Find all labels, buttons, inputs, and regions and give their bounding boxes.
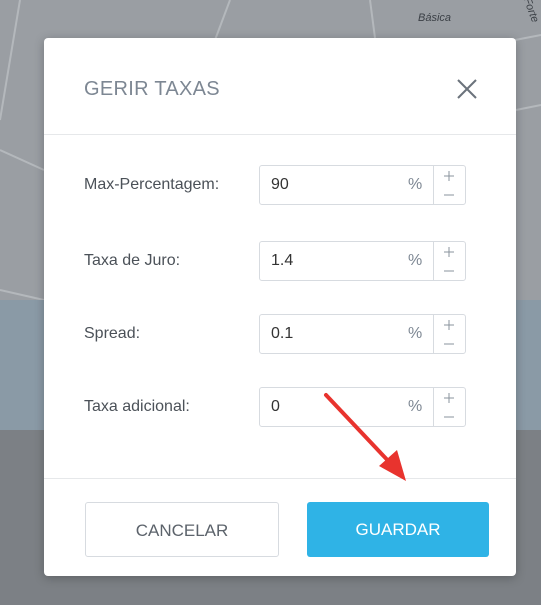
modal-footer: CANCELAR GUARDAR — [44, 478, 516, 577]
plus-icon — [444, 320, 454, 330]
decrement-button[interactable] — [434, 334, 465, 353]
field-label: Max-Percentagem: — [84, 176, 220, 193]
decrement-button[interactable] — [434, 185, 465, 204]
number-stepper — [433, 242, 465, 280]
close-icon — [457, 79, 477, 99]
form-row-taxa-adicional: Taxa adicional: 0 % — [84, 387, 474, 427]
input-value[interactable]: 0 — [271, 398, 280, 416]
plus-icon — [444, 247, 454, 257]
input-value[interactable]: 1.4 — [271, 252, 293, 270]
number-stepper — [433, 388, 465, 426]
percent-unit: % — [408, 325, 423, 342]
cancel-button[interactable]: CANCELAR — [85, 502, 279, 557]
decrement-button[interactable] — [434, 407, 465, 426]
increment-button[interactable] — [434, 315, 465, 334]
decrement-button[interactable] — [434, 261, 465, 280]
number-stepper — [433, 166, 465, 204]
close-button[interactable] — [454, 76, 480, 102]
percent-unit: % — [408, 176, 423, 193]
minus-icon — [444, 343, 454, 345]
input-value[interactable]: 90 — [271, 176, 289, 194]
input-value[interactable]: 0.1 — [271, 325, 293, 343]
field-label: Taxa adicional: — [84, 398, 190, 415]
form-row-taxa-de-juro: Taxa de Juro: 1.4 % — [84, 241, 474, 281]
field-label: Spread: — [84, 325, 141, 342]
taxa-de-juro-input[interactable]: 1.4 % — [259, 241, 466, 281]
modal-title: GERIR TAXAS — [84, 78, 220, 100]
plus-icon — [444, 171, 454, 181]
number-stepper — [433, 315, 465, 353]
plus-icon — [444, 393, 454, 403]
form-row-spread: Spread: 0.1 % — [84, 314, 474, 354]
modal-header: GERIR TAXAS — [44, 38, 516, 135]
minus-icon — [444, 416, 454, 418]
taxa-adicional-input[interactable]: 0 % — [259, 387, 466, 427]
increment-button[interactable] — [434, 388, 465, 407]
max-percentagem-input[interactable]: 90 % — [259, 165, 466, 205]
percent-unit: % — [408, 252, 423, 269]
percent-unit: % — [408, 398, 423, 415]
save-button[interactable]: GUARDAR — [307, 502, 489, 557]
increment-button[interactable] — [434, 166, 465, 185]
minus-icon — [444, 270, 454, 272]
form-row-max-percentagem: Max-Percentagem: 90 % — [84, 165, 474, 205]
minus-icon — [444, 194, 454, 196]
field-label: Taxa de Juro: — [84, 252, 181, 269]
spread-input[interactable]: 0.1 % — [259, 314, 466, 354]
increment-button[interactable] — [434, 242, 465, 261]
map-label: Básica — [418, 12, 452, 24]
gerir-taxas-modal: GERIR TAXAS Max-Percentagem: 90 % Taxa d… — [44, 38, 516, 576]
